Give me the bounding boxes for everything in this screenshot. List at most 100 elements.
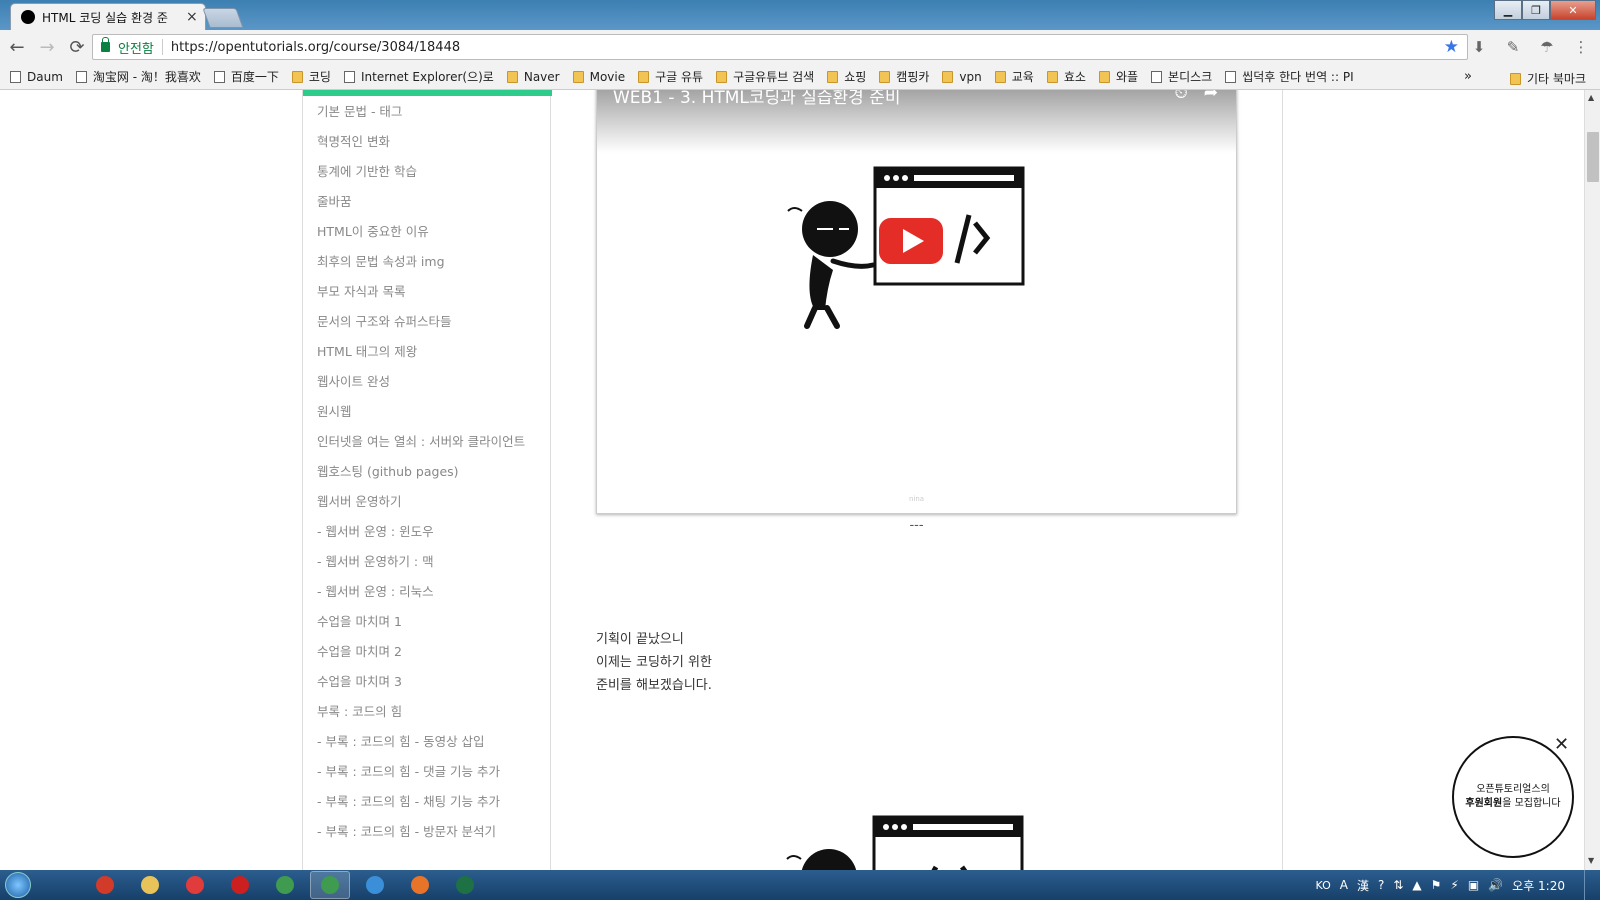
power-icon[interactable]: ⚡ xyxy=(1450,878,1458,892)
sidebar-lesson-item[interactable]: HTML 태그의 제왕 xyxy=(317,342,525,372)
bookmark-label: 百度一下 xyxy=(230,70,279,84)
sidebar-lesson-item[interactable]: 줄바꿈 xyxy=(317,192,525,222)
taskbar-app-app-red-square[interactable] xyxy=(175,871,215,899)
bookmark-item[interactable]: 구글유튜브 검색 xyxy=(716,68,814,85)
taskbar-app-file-explorer[interactable] xyxy=(130,871,170,899)
back-button[interactable]: ← xyxy=(4,34,30,60)
opera-icon xyxy=(231,876,249,894)
bookmark-item[interactable]: 코딩 xyxy=(291,68,331,85)
bookmark-item[interactable]: 효소 xyxy=(1046,68,1086,85)
sidebar-lesson-item[interactable]: 수업을 마치며 2 xyxy=(317,642,525,672)
tray-arrow-icon[interactable]: ⇅ xyxy=(1393,878,1403,892)
tab-title: HTML 코딩 실습 환경 준 xyxy=(42,10,168,25)
taskbar-app-opera[interactable] xyxy=(220,871,260,899)
bookmark-item[interactable]: 百度一下 xyxy=(213,68,279,85)
taskbar-app-chrome[interactable] xyxy=(265,871,305,899)
sponsor-line-1: 오픈튜토리얼스의 xyxy=(1476,784,1550,795)
bookmark-item[interactable]: vpn xyxy=(942,68,982,85)
bookmark-item[interactable]: 淘宝网 - 淘！我喜欢 xyxy=(75,68,201,85)
scroll-down-arrow-icon[interactable]: ▼ xyxy=(1588,856,1594,865)
address-bar[interactable]: 안전함 https://opentutorials.org/course/308… xyxy=(92,34,1468,60)
bookmark-item[interactable]: 본디스크 xyxy=(1151,68,1212,85)
scroll-up-arrow-icon[interactable]: ▲ xyxy=(1588,93,1594,102)
bookmarks-overflow-button[interactable]: » xyxy=(1464,69,1472,84)
bookmark-item[interactable]: Naver xyxy=(506,68,560,85)
close-window-button[interactable]: ✕ xyxy=(1550,0,1596,20)
sidebar-lesson-item[interactable]: 인터넷을 여는 열쇠 : 서버와 클라이언트 xyxy=(317,432,525,462)
sidebar-lesson-item[interactable]: 통계에 기반한 학습 xyxy=(317,162,525,192)
sidebar-lesson-item[interactable]: - 부록 : 코드의 힘 - 동영상 삽입 xyxy=(317,732,525,762)
sidebar-lesson-item[interactable]: - 부록 : 코드의 힘 - 채팅 기능 추가 xyxy=(317,792,525,822)
umbrella-icon[interactable]: ☂ xyxy=(1536,34,1558,60)
bookmark-item[interactable]: 교육 xyxy=(994,68,1034,85)
sidebar-lesson-item[interactable]: 최후의 문법 속성과 img xyxy=(317,252,525,282)
maximize-button[interactable]: ❐ xyxy=(1522,0,1550,20)
sidebar-lesson-item[interactable]: 웹호스팅 (github pages) xyxy=(317,462,525,492)
scrollbar-thumb[interactable] xyxy=(1587,132,1599,182)
bookmark-item[interactable]: Daum xyxy=(10,68,63,85)
sidebar-lesson-item[interactable]: 수업을 마치며 1 xyxy=(317,612,525,642)
volume-icon[interactable]: 🔊 xyxy=(1488,878,1503,892)
sidebar-lesson-item[interactable]: 부모 자식과 목록 xyxy=(317,282,525,312)
second-video-thumbnail[interactable] xyxy=(596,815,1237,870)
bookmark-item[interactable]: Internet Explorer(으)로 xyxy=(343,68,494,85)
sidebar-lesson-item[interactable]: 부록 : 코드의 힘 xyxy=(317,702,525,732)
sponsor-close-icon[interactable]: ✕ xyxy=(1554,734,1569,755)
action-center-flag-icon[interactable]: ⚑ xyxy=(1431,878,1442,892)
ime-a-icon[interactable]: A xyxy=(1340,878,1348,892)
taskbar-app-internet-explorer[interactable] xyxy=(355,871,395,899)
sidebar-lesson-item[interactable]: 혁명적인 변화 xyxy=(317,132,525,162)
url-text[interactable]: https://opentutorials.org/course/3084/18… xyxy=(171,40,460,55)
sponsor-line-2-rest: 을 모집합니다 xyxy=(1502,798,1561,809)
content-paragraph: 기획이 끝났으니 이제는 코딩하기 위한 준비를 해보겠습니다. xyxy=(596,628,712,697)
help-icon[interactable]: ? xyxy=(1378,878,1384,892)
forward-button[interactable]: → xyxy=(34,34,60,60)
sidebar-lesson-item[interactable]: - 부록 : 코드의 힘 - 방문자 분석기 xyxy=(317,822,525,852)
sidebar-lesson-item[interactable]: 문서의 구조와 슈퍼스타들 xyxy=(317,312,525,342)
taskbar-app-firefox[interactable] xyxy=(400,871,440,899)
language-indicator[interactable]: KO xyxy=(1315,879,1330,892)
section-divider: --- xyxy=(909,518,924,533)
bookmark-item[interactable]: Movie xyxy=(572,68,625,85)
sidebar-lesson-item[interactable]: - 웹서버 운영 : 윈도우 xyxy=(317,522,525,552)
network-icon[interactable]: ▣ xyxy=(1468,878,1479,892)
show-desktop-button[interactable] xyxy=(1584,870,1594,900)
new-tab-button[interactable] xyxy=(202,8,244,28)
sidebar-lesson-item[interactable]: 웹사이트 완성 xyxy=(317,372,525,402)
ime-hanja-icon[interactable]: 漢 xyxy=(1357,877,1369,894)
sidebar-lesson-item[interactable]: HTML이 중요한 이유 xyxy=(317,222,525,252)
sidebar-lesson-item[interactable]: 원시웹 xyxy=(317,402,525,432)
show-hidden-icons[interactable]: ▲ xyxy=(1412,878,1421,892)
bookmark-star-icon[interactable]: ★ xyxy=(1444,37,1459,57)
page-scrollbar[interactable]: ▲ ▼ xyxy=(1584,90,1600,870)
sidebar-lesson-item[interactable]: 수업을 마치며 3 xyxy=(317,672,525,702)
other-bookmarks[interactable]: 기타 북마크 xyxy=(1509,70,1586,87)
taskbar-app-app-red-swirl[interactable] xyxy=(85,871,125,899)
sidebar-lesson-item[interactable]: - 웹서버 운영하기 : 맥 xyxy=(317,552,525,582)
tab-close-icon[interactable]: × xyxy=(186,9,198,25)
reload-button[interactable]: ⟳ xyxy=(64,34,90,60)
leaf-icon[interactable]: ✎ xyxy=(1502,34,1524,60)
lock-icon xyxy=(101,37,110,52)
sidebar-lesson-item[interactable]: - 웹서버 운영 : 리눅스 xyxy=(317,582,525,612)
taskbar-app-excel[interactable] xyxy=(445,871,485,899)
bookmark-item[interactable]: 씹덕후 한다 번역 :: PI xyxy=(1225,68,1354,85)
youtube-embed[interactable]: WEB1 - 3. HTML코딩과 실습환경 준비 ⏲ ➦ nina xyxy=(596,90,1237,514)
taskbar-clock[interactable]: 오후 1:20 xyxy=(1512,877,1565,894)
bookmark-item[interactable]: 구글 유튜 xyxy=(638,68,703,85)
bookmark-item[interactable]: 와플 xyxy=(1098,68,1138,85)
taskbar-app-chrome-active[interactable] xyxy=(310,871,350,899)
window-controls: ▁ ❐ ✕ xyxy=(1494,0,1596,20)
start-button[interactable] xyxy=(0,870,36,900)
menu-icon[interactable]: ⋮ xyxy=(1570,34,1592,60)
bookmark-label: Internet Explorer(으)로 xyxy=(360,70,494,84)
sidebar-lesson-item[interactable]: 웹서버 운영하기 xyxy=(317,492,525,522)
folder-icon xyxy=(1098,70,1110,83)
minimize-button[interactable]: ▁ xyxy=(1494,0,1522,20)
bookmark-item[interactable]: 캠핑카 xyxy=(879,68,929,85)
sidebar-lesson-item[interactable]: 기본 문법 - 태그 xyxy=(317,102,525,132)
sidebar-lesson-item[interactable]: - 부록 : 코드의 힘 - 댓글 기능 추가 xyxy=(317,762,525,792)
tab-active[interactable]: HTML 코딩 실습 환경 준 × xyxy=(10,3,206,30)
download-icon[interactable]: ⬇ xyxy=(1468,34,1490,60)
bookmark-item[interactable]: 쇼핑 xyxy=(827,68,866,85)
